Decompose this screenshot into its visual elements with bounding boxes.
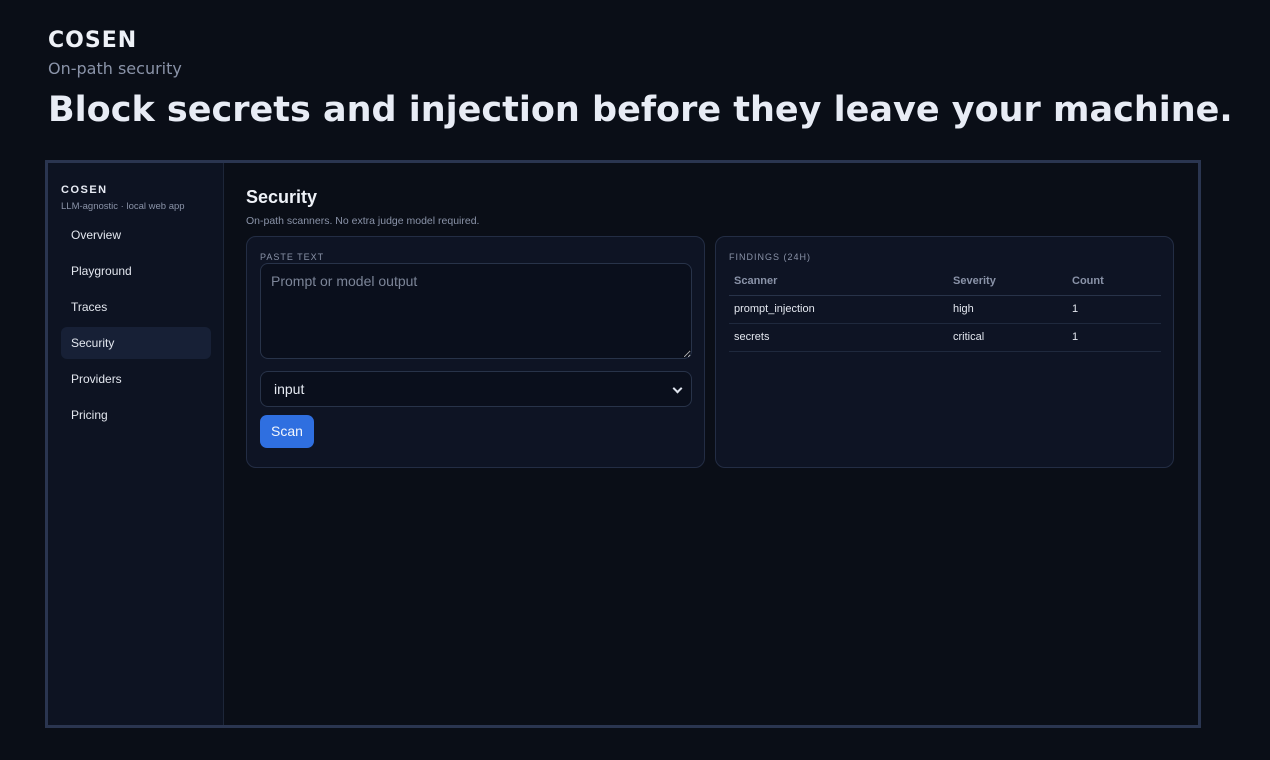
sidebar-item-pricing[interactable]: Pricing [61, 399, 211, 431]
paste-card: PASTE TEXT input Scan [246, 236, 705, 468]
column-header-scanner: Scanner [729, 267, 948, 296]
cards-row: PASTE TEXT input Scan FINDINGS (24H) Sca… [246, 236, 1198, 468]
paste-text-input[interactable] [260, 263, 692, 359]
hero-tagline: On-path security [48, 59, 182, 78]
sidebar-item-security[interactable]: Security [61, 327, 211, 359]
paste-card-label: PASTE TEXT [260, 252, 325, 262]
table-row: prompt_injection high 1 [729, 295, 1161, 324]
scanner-cell: prompt_injection [729, 295, 948, 324]
scan-button[interactable]: Scan [260, 415, 314, 448]
direction-select-value: input [274, 381, 305, 397]
findings-table: Scanner Severity Count prompt_injection … [729, 267, 1161, 352]
column-header-count: Count [1067, 267, 1161, 296]
severity-cell: high [948, 295, 1067, 324]
chevron-down-icon [672, 383, 683, 394]
sidebar-item-providers[interactable]: Providers [61, 363, 211, 395]
sidebar-item-traces[interactable]: Traces [61, 291, 211, 323]
sidebar-item-playground[interactable]: Playground [61, 255, 211, 287]
scanner-cell: secrets [729, 323, 948, 352]
findings-card-label: FINDINGS (24H) [729, 252, 812, 262]
sidebar: COSEN LLM-agnostic · local web app Overv… [48, 163, 224, 725]
direction-select[interactable]: input [260, 371, 692, 407]
hero: COSEN On-path security Block secrets and… [48, 28, 1233, 131]
page-title: Security [246, 187, 318, 207]
column-header-severity: Severity [948, 267, 1067, 296]
table-row: secrets critical 1 [729, 323, 1161, 352]
count-cell: 1 [1067, 295, 1161, 324]
findings-card: FINDINGS (24H) Scanner Severity Count pr… [715, 236, 1174, 468]
hero-brand: COSEN [48, 28, 138, 53]
sidebar-brand: COSEN [61, 184, 108, 196]
severity-cell: critical [948, 323, 1067, 352]
app-window: COSEN LLM-agnostic · local web app Overv… [45, 160, 1201, 728]
sidebar-nav: Overview Playground Traces Security Prov… [61, 219, 211, 431]
main-content: Security On-path scanners. No extra judg… [224, 163, 1198, 725]
sidebar-item-overview[interactable]: Overview [61, 219, 211, 251]
count-cell: 1 [1067, 323, 1161, 352]
sidebar-subtitle: LLM-agnostic · local web app [61, 201, 185, 212]
page-subtitle: On-path scanners. No extra judge model r… [246, 215, 480, 227]
table-header-row: Scanner Severity Count [729, 267, 1161, 296]
hero-headline: Block secrets and injection before they … [48, 90, 1233, 130]
